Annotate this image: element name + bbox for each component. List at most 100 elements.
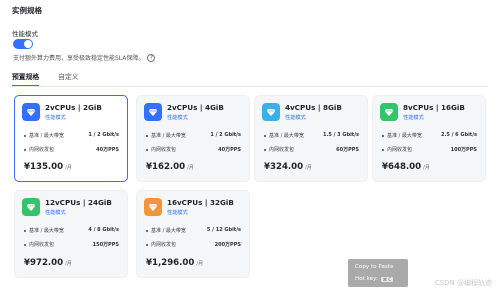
diamond-icon [380, 103, 398, 121]
card-title: 2vCPUs | 4GiB [167, 103, 224, 112]
card-price: ¥648.00/月 [382, 162, 430, 172]
tab-preset-specs[interactable]: 预置规格 [12, 71, 40, 87]
bandwidth-row: 基准 / 最大带宽 5 / 12 Gbit/s [146, 227, 241, 234]
diamond-icon [144, 198, 162, 216]
price-unit: /月 [187, 165, 194, 171]
bandwidth-row: 基准 / 最大带宽 4 / 8 Gbit/s [24, 227, 119, 234]
bandwidth-value: 1.5 / 3 Gbit/s [323, 132, 359, 138]
toggle-knob [24, 40, 32, 48]
price-unit: /月 [65, 165, 72, 171]
tooltip-hotkey-row: Hot key: ⌘ C [355, 276, 394, 282]
bullet-icon [146, 243, 148, 246]
card-price: ¥135.00/月 [24, 162, 72, 172]
bandwidth-value: 1 / 2 Gbit/s [88, 132, 119, 138]
bandwidth-label: 基准 / 最大带宽 [269, 133, 304, 139]
section-title: 实例规格 [12, 6, 42, 15]
price-value: ¥324.00 [264, 162, 304, 172]
pps-row: 内网收发包 40万PPS [146, 146, 241, 153]
card-price: ¥972.00/月 [24, 258, 72, 268]
price-value: ¥135.00 [24, 162, 64, 172]
bandwidth-row: 基准 / 最大带宽 1 / 2 Gbit/s [24, 132, 119, 139]
card-title: 8vCPUs | 16GiB [403, 103, 465, 112]
pps-value: 60万PPS [336, 147, 359, 153]
bandwidth-value: 1 / 2 Gbit/s [210, 132, 241, 138]
spec-card[interactable]: 4vCPUs | 8GiB 性能模式 基准 / 最大带宽 1.5 / 3 Gbi… [254, 95, 368, 182]
performance-mode-label: 性能模式 [12, 30, 38, 38]
price-unit: /月 [65, 261, 72, 267]
bullet-icon [24, 229, 26, 232]
bandwidth-value: 2.5 / 6 Gbit/s [441, 132, 477, 138]
spec-tabs: 预置规格 自定义 [12, 71, 79, 87]
pps-value: 40万PPS [96, 147, 119, 153]
price-unit: /月 [305, 165, 312, 171]
pps-label: 内网收发包 [269, 147, 295, 153]
pps-label: 内网收发包 [29, 147, 55, 153]
tooltip-title: Copy to Paste [355, 264, 394, 270]
bandwidth-row: 基准 / 最大带宽 1 / 2 Gbit/s [146, 132, 241, 139]
bandwidth-row: 基准 / 最大带宽 1.5 / 3 Gbit/s [264, 132, 359, 139]
pps-row: 内网收发包 150万PPS [24, 241, 119, 248]
spec-card[interactable]: 2vCPUs | 4GiB 性能模式 基准 / 最大带宽 1 / 2 Gbit/… [136, 95, 250, 182]
pps-row: 内网收发包 100万PPS [382, 146, 477, 153]
diamond-icon [22, 103, 40, 121]
spec-card[interactable]: 8vCPUs | 16GiB 性能模式 基准 / 最大带宽 2.5 / 6 Gb… [372, 95, 486, 182]
tab-custom[interactable]: 自定义 [58, 71, 78, 87]
performance-mode-description: 支付额外算力费用，享受极致稳定性能SLA保障。 ? [13, 53, 156, 62]
tabs-divider [12, 86, 488, 87]
performance-badge: 性能模式 [45, 210, 66, 216]
bullet-icon [24, 134, 26, 137]
pps-label: 内网收发包 [29, 242, 55, 248]
spec-card[interactable]: 16vCPUs | 32GiB 性能模式 基准 / 最大带宽 5 / 12 Gb… [136, 190, 250, 278]
card-price: ¥1,296.00/月 [146, 258, 203, 268]
diamond-icon [144, 103, 162, 121]
bandwidth-label: 基准 / 最大带宽 [29, 133, 64, 139]
bandwidth-row: 基准 / 最大带宽 2.5 / 6 Gbit/s [382, 132, 477, 139]
pps-row: 内网收发包 200万PPS [146, 241, 241, 248]
card-title: 4vCPUs | 8GiB [285, 103, 342, 112]
spec-card[interactable]: 12vCPUs | 24GiB 性能模式 基准 / 最大带宽 4 / 8 Gbi… [14, 190, 128, 278]
card-price: ¥324.00/月 [264, 162, 312, 172]
bullet-icon [24, 148, 26, 151]
card-title: 2vCPUs | 2GiB [45, 103, 102, 112]
price-value: ¥972.00 [24, 258, 64, 268]
bandwidth-label: 基准 / 最大带宽 [151, 133, 186, 139]
description-text: 支付额外算力费用，享受极致稳定性能SLA保障。 [13, 55, 145, 62]
card-price: ¥162.00/月 [146, 162, 194, 172]
pps-label: 内网收发包 [387, 147, 413, 153]
bandwidth-label: 基准 / 最大带宽 [387, 133, 422, 139]
bandwidth-value: 4 / 8 Gbit/s [88, 227, 119, 233]
tooltip-hotkey: ⌘ C [380, 276, 394, 282]
pps-label: 内网收发包 [151, 242, 177, 248]
bullet-icon [24, 243, 26, 246]
spec-card[interactable]: 2vCPUs | 2GiB 性能模式 基准 / 最大带宽 1 / 2 Gbit/… [14, 95, 128, 182]
bandwidth-label: 基准 / 最大带宽 [29, 228, 64, 234]
pps-value: 100万PPS [450, 147, 477, 153]
bullet-icon [264, 148, 266, 151]
pps-value: 40万PPS [218, 147, 241, 153]
tooltip-hotkey-label: Hot key: [355, 276, 378, 282]
performance-badge: 性能模式 [403, 115, 424, 121]
pps-label: 内网收发包 [151, 147, 177, 153]
bandwidth-label: 基准 / 最大带宽 [151, 228, 186, 234]
diamond-icon [22, 198, 40, 216]
performance-badge: 性能模式 [285, 115, 306, 121]
performance-mode-toggle[interactable] [13, 39, 33, 49]
price-value: ¥648.00 [382, 162, 422, 172]
pps-row: 内网收发包 60万PPS [264, 146, 359, 153]
bullet-icon [146, 134, 148, 137]
diamond-icon [262, 103, 280, 121]
price-value: ¥162.00 [146, 162, 186, 172]
bullet-icon [146, 229, 148, 232]
performance-badge: 性能模式 [167, 210, 188, 216]
bullet-icon [382, 148, 384, 151]
pps-value: 200万PPS [214, 242, 241, 248]
bullet-icon [264, 134, 266, 137]
bullet-icon [382, 134, 384, 137]
pps-value: 150万PPS [92, 242, 119, 248]
card-title: 16vCPUs | 32GiB [167, 198, 234, 207]
card-title: 12vCPUs | 24GiB [45, 198, 112, 207]
help-icon[interactable]: ? [147, 53, 156, 62]
price-unit: /月 [196, 261, 204, 267]
copy-tooltip: Copy to Paste Hot key: ⌘ C [348, 259, 408, 287]
bullet-icon [146, 148, 148, 151]
